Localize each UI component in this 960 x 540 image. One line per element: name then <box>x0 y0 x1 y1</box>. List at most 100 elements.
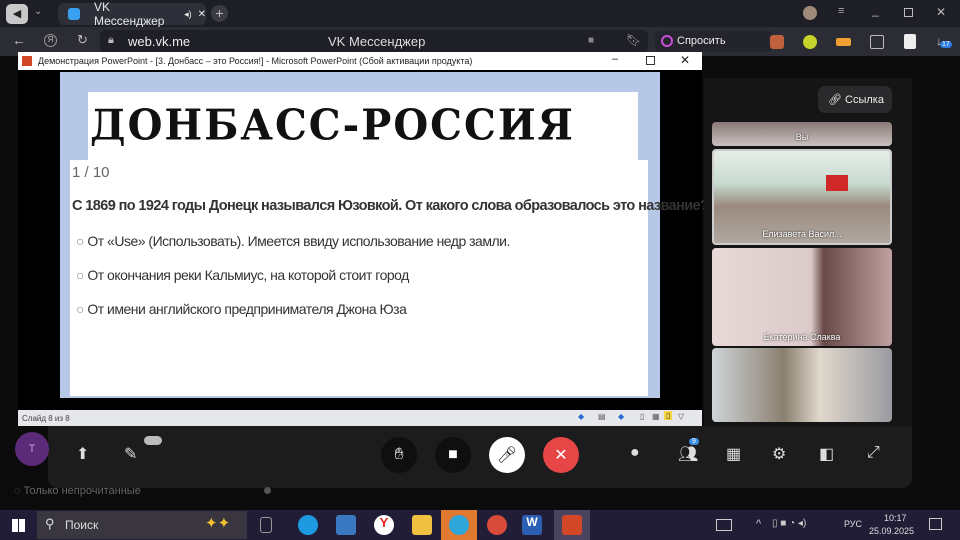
back-icon[interactable]: ← <box>12 32 26 48</box>
participant-tile[interactable] <box>712 348 892 422</box>
edge-icon[interactable] <box>298 515 318 535</box>
search-icon: ⚲ <box>45 516 55 531</box>
participant-tile[interactable]: Вы <box>712 122 892 146</box>
call-toolbar: ⬆ ✎ ✋︎ ■ 🎤︎ ✕ ● 👥︎ 9 ▦ ⚙ ◧ ⤢ <box>48 426 912 488</box>
app-icon[interactable] <box>487 515 507 535</box>
windows-start-icon[interactable] <box>12 519 25 532</box>
close-icon[interactable]: ✕ <box>680 53 690 67</box>
link-icon: 🔗︎ <box>828 94 846 106</box>
share-screen-icon[interactable]: ⬆ <box>76 444 89 464</box>
radio-icon[interactable]: ○ <box>76 267 87 283</box>
quiz-counter: 1 / 10 <box>72 164 110 181</box>
chat-avatar[interactable]: Т <box>15 432 49 466</box>
file-explorer-icon[interactable] <box>412 515 432 535</box>
ppt-status-bar: Слайд 8 из 8 ◆ ▤ ◆ ▯ ▦ ▯ ▽ <box>18 410 702 426</box>
yandex-browser-icon[interactable]: Y <box>374 515 394 535</box>
next-slide-icon[interactable]: ◆ <box>618 412 624 421</box>
downloads-icon[interactable]: ↓ 17 <box>936 34 952 48</box>
close-window-icon[interactable]: ✕ <box>936 5 946 19</box>
view-normal-icon[interactable]: ▯ <box>640 412 644 421</box>
flag-image <box>826 175 848 191</box>
slide: ДОНБАСС-РОССИЯ 1 / 10 С 1869 по 1924 год… <box>60 72 709 398</box>
raise-hand-button[interactable]: ✋︎ <box>381 437 417 473</box>
extension-icon[interactable] <box>904 34 916 49</box>
quiz-option[interactable]: ○ От имени английского предпринимателя Д… <box>76 301 407 317</box>
ppt-title-bar: Демонстрация PowerPoint - [3. Донбасс – … <box>18 52 702 70</box>
layout-grid-icon[interactable]: ▦ <box>726 444 741 464</box>
telegram-icon[interactable] <box>441 510 477 540</box>
participant-tile[interactable]: Елизавета Васил... <box>712 149 892 245</box>
language-indicator[interactable]: РУС <box>844 519 862 529</box>
quiz-option[interactable]: ○ От «Use» (Использовать). Имеется ввиду… <box>76 233 510 249</box>
minimize-icon[interactable]: _ <box>872 3 879 17</box>
vk-icon <box>68 8 80 20</box>
view-sorter-icon[interactable]: ▦ <box>652 412 660 421</box>
minimize-icon[interactable]: – <box>612 53 618 65</box>
maximize-icon[interactable] <box>646 56 655 65</box>
sparkle-icon: ✦✦ <box>205 515 231 532</box>
prev-slide-icon[interactable]: ◆ <box>578 412 584 421</box>
task-view-icon[interactable] <box>260 517 272 533</box>
reload-icon[interactable]: ↻ <box>77 32 88 48</box>
whiteboard-icon[interactable]: ✎ <box>124 444 137 464</box>
battery-icon[interactable] <box>836 38 851 46</box>
clock-time[interactable]: 10:17 <box>884 513 907 523</box>
microphone-button[interactable]: 🎤︎ <box>489 437 525 473</box>
mute-icon[interactable]: ◂) <box>184 9 192 20</box>
radio-icon[interactable]: ○ <box>76 233 87 249</box>
end-call-button[interactable]: ✕ <box>543 437 579 473</box>
word-icon[interactable]: W <box>522 515 542 535</box>
unread-toggle[interactable] <box>264 487 271 494</box>
chat-icon[interactable]: ● <box>630 444 640 462</box>
quiz-card: 1 / 10 С 1869 по 1924 годы Донецк называ… <box>70 160 709 396</box>
camera-icon[interactable]: ■ <box>588 35 594 46</box>
lock-icon: 🔒︎ <box>108 34 114 46</box>
participants-icon[interactable]: 👥︎ 9 <box>678 438 699 464</box>
radio-icon[interactable]: ○ <box>76 301 87 317</box>
clock-date[interactable]: 25.09.2025 <box>869 526 914 536</box>
extension-icon[interactable] <box>770 35 784 49</box>
whiteboard-badge <box>144 436 162 445</box>
app-icon[interactable] <box>336 515 356 535</box>
audio-tab-button[interactable]: ◀ <box>6 4 28 24</box>
new-tab-button[interactable]: + <box>211 5 228 22</box>
widgets-icon[interactable] <box>716 519 732 531</box>
quiz-option[interactable]: ○ От окончания реки Кальмиус, на которой… <box>76 267 409 283</box>
menu-icon[interactable]: ≡ <box>838 5 844 17</box>
tab-vk-messenger[interactable]: VK Мессенджер ◂) ✕ <box>58 0 206 28</box>
ask-button[interactable]: Спросить <box>655 31 773 52</box>
slide-heading: ДОНБАСС-РОССИЯ <box>90 100 575 151</box>
view-reading-icon[interactable]: ▯ <box>664 411 673 420</box>
view-slideshow-icon[interactable]: ▽ <box>678 412 684 421</box>
participant-tile[interactable]: Екатерина Слаква <box>712 248 892 346</box>
extension-icon[interactable] <box>803 35 817 49</box>
camera-button[interactable]: ■ <box>435 437 471 473</box>
powerpoint-taskbar-icon[interactable] <box>554 510 590 540</box>
taskbar: ⚲ Поиск ✦✦ Y W ^ ▯ ■ ◔ ◂) РУС 10:17 25.0… <box>0 510 960 540</box>
tray-icons[interactable]: ▯ ■ ◔ ◂) <box>772 518 806 529</box>
quiz-question: С 1869 по 1924 годы Донецк назывался Юзо… <box>72 198 709 214</box>
powerpoint-window: Демонстрация PowerPoint - [3. Донбасс – … <box>18 52 709 426</box>
profile-avatar[interactable] <box>803 6 817 20</box>
taskbar-search[interactable]: ⚲ Поиск ✦✦ <box>37 511 247 539</box>
extension-icon[interactable] <box>870 35 884 49</box>
notifications-icon[interactable] <box>929 518 942 530</box>
bookmark-icon[interactable]: 🔖︎ <box>626 33 641 47</box>
copy-link-button[interactable]: 🔗︎ Ссылка <box>818 86 892 113</box>
notes-icon[interactable]: ▤ <box>598 412 606 421</box>
browser-tab-bar: ◀ ⌄ VK Мессенджер ◂) ✕ + ≡ _ ✕ <box>0 0 960 28</box>
filter-icon: ◌ <box>14 485 24 497</box>
powerpoint-icon <box>22 56 32 66</box>
fullscreen-icon[interactable]: ⤢ <box>867 444 880 462</box>
ask-icon <box>661 35 673 47</box>
tray-chevron-icon[interactable]: ^ <box>756 518 761 530</box>
yandex-icon[interactable]: Я <box>44 34 57 47</box>
restore-icon[interactable] <box>904 8 913 17</box>
participants-panel: 🔗︎ Ссылка Вы Елизавета Васил... Екатерин… <box>704 78 912 426</box>
tabs-dropdown-icon[interactable]: ⌄ <box>34 6 42 17</box>
settings-gear-icon[interactable]: ⚙ <box>772 444 786 464</box>
close-tab-icon[interactable]: ✕ <box>198 9 206 20</box>
pip-icon[interactable]: ◧ <box>819 444 834 464</box>
url-field[interactable]: 🔒︎ web.vk.me VK Мессенджер ■ 🔖︎ <box>100 30 648 53</box>
unread-filter[interactable]: ◌ Только непрочитанные <box>14 485 141 497</box>
